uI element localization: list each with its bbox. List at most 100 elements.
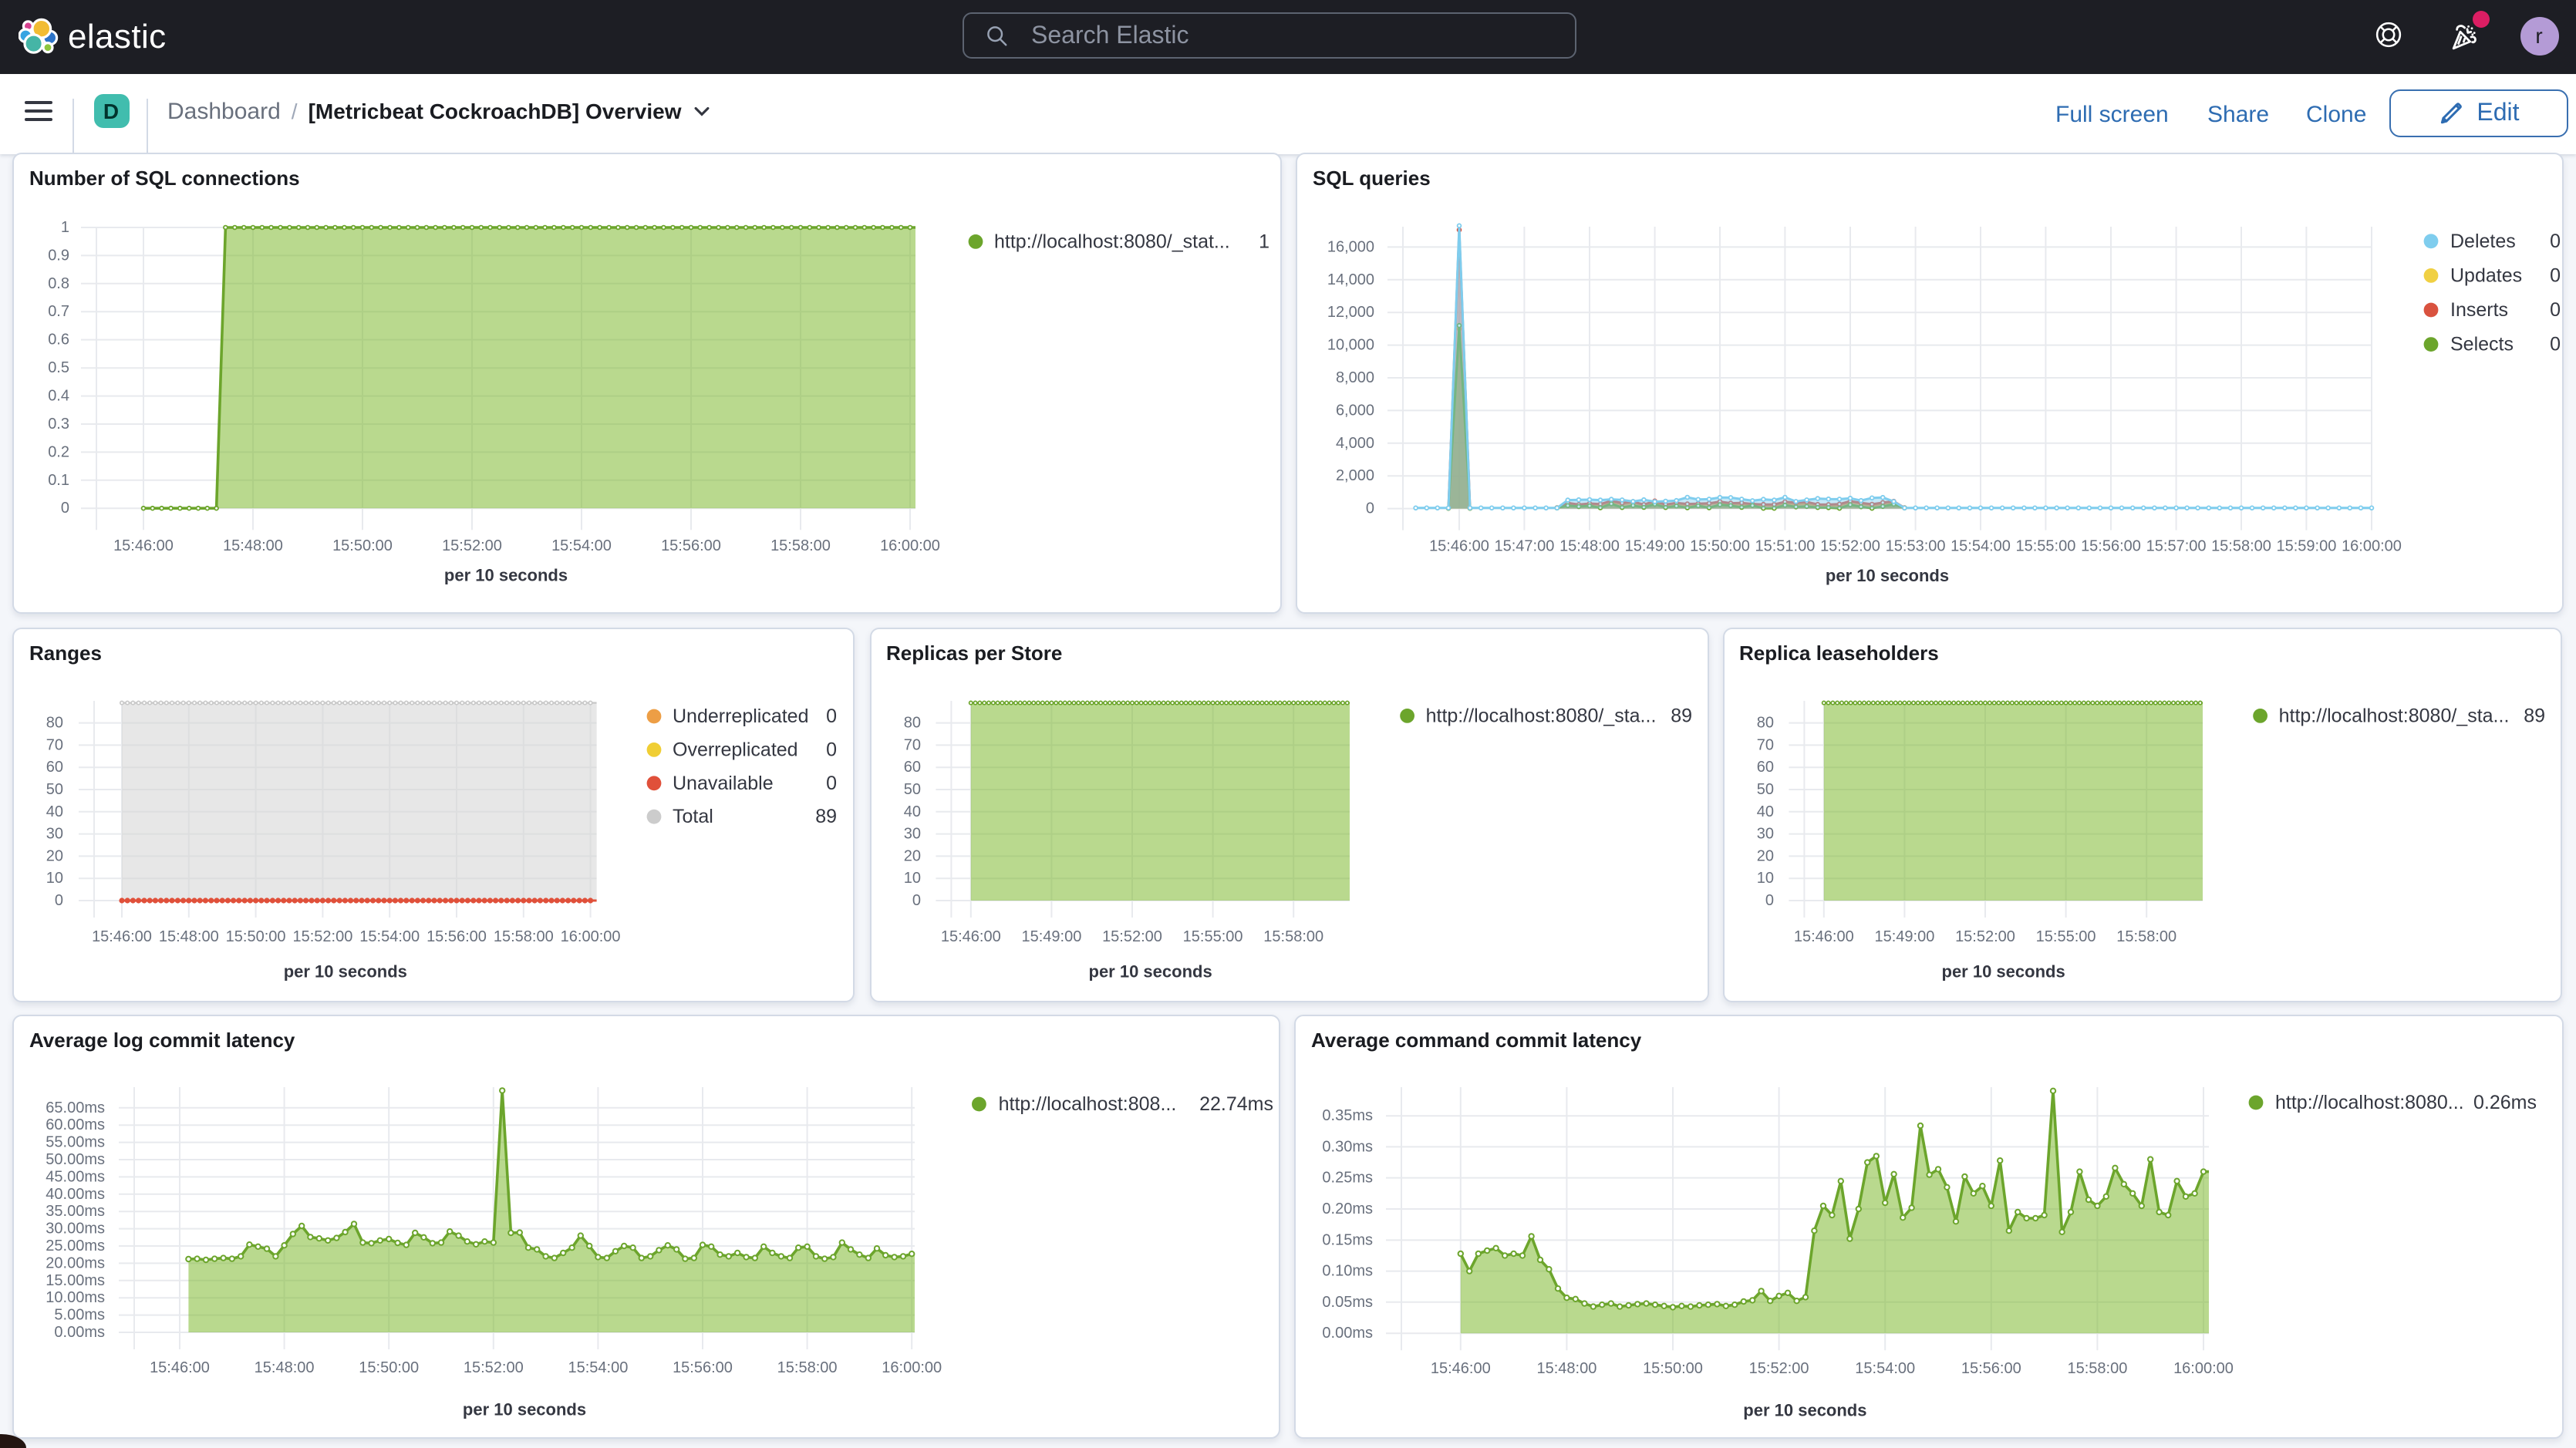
svg-text:15:52:00: 15:52:00 xyxy=(442,537,502,554)
svg-text:0: 0 xyxy=(826,773,837,794)
svg-text:80: 80 xyxy=(1756,715,1773,732)
svg-text:http://localhost:8080...: http://localhost:8080... xyxy=(2275,1092,2464,1113)
svg-text:15.00ms: 15.00ms xyxy=(46,1272,105,1289)
svg-text:0.30ms: 0.30ms xyxy=(1322,1138,1373,1155)
svg-text:0: 0 xyxy=(55,892,63,909)
svg-text:0.00ms: 0.00ms xyxy=(1322,1325,1373,1342)
svg-text:15:53:00: 15:53:00 xyxy=(1886,537,1946,554)
svg-text:4,000: 4,000 xyxy=(1336,435,1374,452)
svg-text:16:00:00: 16:00:00 xyxy=(880,537,940,554)
svg-text:50.00ms: 50.00ms xyxy=(46,1151,105,1168)
svg-text:0.8: 0.8 xyxy=(48,275,69,292)
svg-text:Total: Total xyxy=(673,806,713,827)
svg-text:5.00ms: 5.00ms xyxy=(54,1307,105,1324)
svg-text:16:00:00: 16:00:00 xyxy=(2342,537,2402,554)
svg-text:0: 0 xyxy=(826,739,837,760)
svg-text:per 10 seconds: per 10 seconds xyxy=(444,566,568,585)
svg-text:60: 60 xyxy=(46,759,63,776)
svg-text:0: 0 xyxy=(1366,500,1374,517)
svg-text:0.7: 0.7 xyxy=(48,303,69,320)
svg-text:16:00:00: 16:00:00 xyxy=(561,928,621,945)
svg-text:15:50:00: 15:50:00 xyxy=(226,928,286,945)
svg-text:15:52:00: 15:52:00 xyxy=(1749,1360,1809,1377)
svg-text:35.00ms: 35.00ms xyxy=(46,1203,105,1220)
svg-text:per 10 seconds: per 10 seconds xyxy=(1088,962,1212,982)
svg-text:50: 50 xyxy=(1756,781,1773,798)
svg-text:30: 30 xyxy=(903,826,920,843)
svg-text:10: 10 xyxy=(1756,870,1773,887)
svg-text:1: 1 xyxy=(1259,231,1269,252)
svg-text:0.20ms: 0.20ms xyxy=(1322,1200,1373,1217)
svg-text:15:54:00: 15:54:00 xyxy=(359,928,420,945)
svg-text:15:55:00: 15:55:00 xyxy=(2035,928,2096,945)
svg-text:89: 89 xyxy=(815,806,837,827)
svg-text:per 10 seconds: per 10 seconds xyxy=(463,1400,586,1419)
svg-text:15:46:00: 15:46:00 xyxy=(113,537,174,554)
svg-text:15:49:00: 15:49:00 xyxy=(1625,537,1685,554)
svg-text:Underreplicated: Underreplicated xyxy=(673,705,809,727)
svg-text:http://localhost:8080/_stat...: http://localhost:8080/_stat... xyxy=(994,231,1230,252)
svg-text:Updates: Updates xyxy=(2450,264,2522,286)
svg-text:45.00ms: 45.00ms xyxy=(46,1168,105,1185)
svg-text:89: 89 xyxy=(1670,705,1691,726)
svg-text:15:46:00: 15:46:00 xyxy=(940,928,1000,945)
svg-text:16,000: 16,000 xyxy=(1327,238,1374,255)
svg-text:70: 70 xyxy=(1756,736,1773,753)
svg-text:15:58:00: 15:58:00 xyxy=(777,1359,838,1376)
svg-text:15:58:00: 15:58:00 xyxy=(2067,1360,2127,1377)
svg-text:0: 0 xyxy=(912,892,920,909)
svg-text:89: 89 xyxy=(2523,705,2544,726)
svg-text:15:52:00: 15:52:00 xyxy=(1101,928,1162,945)
svg-text:22.74ms: 22.74ms xyxy=(1199,1093,1273,1115)
svg-text:0: 0 xyxy=(2550,231,2561,252)
svg-text:15:52:00: 15:52:00 xyxy=(1954,928,2015,945)
svg-text:80: 80 xyxy=(46,715,63,732)
svg-text:0.05ms: 0.05ms xyxy=(1322,1294,1373,1311)
svg-text:40: 40 xyxy=(1756,803,1773,820)
svg-text:per 10 seconds: per 10 seconds xyxy=(1743,1401,1866,1420)
svg-text:0.25ms: 0.25ms xyxy=(1322,1170,1373,1187)
svg-text:http://localhost:8080/_sta...: http://localhost:8080/_sta... xyxy=(1425,705,1656,726)
svg-text:0.1: 0.1 xyxy=(48,472,69,489)
svg-text:15:58:00: 15:58:00 xyxy=(770,537,831,554)
svg-text:15:48:00: 15:48:00 xyxy=(159,928,219,945)
svg-text:Overreplicated: Overreplicated xyxy=(673,739,798,760)
svg-text:30: 30 xyxy=(1756,826,1773,843)
svg-text:15:51:00: 15:51:00 xyxy=(1755,537,1815,554)
svg-text:15:58:00: 15:58:00 xyxy=(1263,928,1323,945)
svg-text:15:49:00: 15:49:00 xyxy=(1873,928,1934,945)
svg-text:30: 30 xyxy=(46,826,63,843)
svg-text:6,000: 6,000 xyxy=(1336,402,1374,419)
svg-text:60: 60 xyxy=(903,759,920,776)
svg-text:0.26ms: 0.26ms xyxy=(2473,1092,2537,1113)
svg-text:15:54:00: 15:54:00 xyxy=(551,537,612,554)
svg-text:Inserts: Inserts xyxy=(2450,299,2508,321)
svg-text:15:54:00: 15:54:00 xyxy=(1855,1360,1915,1377)
svg-text:15:46:00: 15:46:00 xyxy=(1431,1360,1491,1377)
svg-text:15:59:00: 15:59:00 xyxy=(2276,537,2336,554)
svg-text:15:48:00: 15:48:00 xyxy=(255,1359,315,1376)
svg-text:15:49:00: 15:49:00 xyxy=(1020,928,1081,945)
svg-text:12,000: 12,000 xyxy=(1327,304,1374,321)
svg-text:15:57:00: 15:57:00 xyxy=(2146,537,2207,554)
svg-text:15:55:00: 15:55:00 xyxy=(1182,928,1242,945)
svg-text:http://localhost:808...: http://localhost:808... xyxy=(999,1093,1177,1115)
svg-text:0: 0 xyxy=(2550,334,2561,355)
svg-text:15:56:00: 15:56:00 xyxy=(661,537,721,554)
svg-text:15:46:00: 15:46:00 xyxy=(1793,928,1853,945)
svg-text:16:00:00: 16:00:00 xyxy=(2173,1360,2234,1377)
svg-text:0: 0 xyxy=(826,705,837,727)
svg-text:15:58:00: 15:58:00 xyxy=(2116,928,2176,945)
svg-text:15:52:00: 15:52:00 xyxy=(1820,537,1880,554)
svg-text:15:52:00: 15:52:00 xyxy=(464,1359,524,1376)
svg-text:16:00:00: 16:00:00 xyxy=(882,1359,942,1376)
svg-text:15:54:00: 15:54:00 xyxy=(1951,537,2011,554)
svg-text:15:56:00: 15:56:00 xyxy=(2081,537,2141,554)
svg-text:0: 0 xyxy=(2550,264,2561,286)
svg-text:15:56:00: 15:56:00 xyxy=(673,1359,733,1376)
svg-text:15:56:00: 15:56:00 xyxy=(1961,1360,2021,1377)
svg-text:0.4: 0.4 xyxy=(48,388,69,405)
svg-text:2,000: 2,000 xyxy=(1336,467,1374,484)
svg-text:0.35ms: 0.35ms xyxy=(1322,1107,1373,1124)
svg-text:0.10ms: 0.10ms xyxy=(1322,1263,1373,1280)
